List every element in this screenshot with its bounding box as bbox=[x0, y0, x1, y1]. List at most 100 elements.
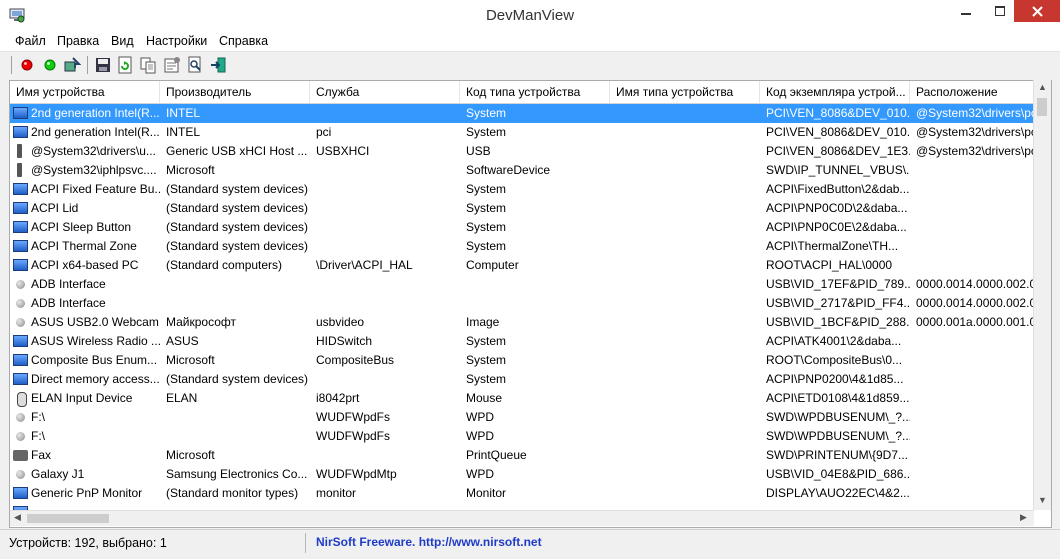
cell-service: CompositeBus bbox=[316, 353, 395, 367]
cell-instance-id: ACPI\FixedButton\2&dab... bbox=[766, 182, 910, 196]
cell-device-type-name bbox=[610, 199, 760, 218]
refresh-icon[interactable] bbox=[116, 56, 134, 74]
table-row[interactable]: F:\ WUDFWpdFs WPD SWD\WPDBUSENUM\_?... bbox=[10, 427, 1035, 446]
table-row-selected[interactable]: 2nd generation Intel(R... INTEL System PCI\… bbox=[10, 104, 1035, 123]
cell-manufacturer bbox=[160, 408, 310, 427]
scroll-up-icon[interactable]: ▲ bbox=[1038, 82, 1047, 92]
menu-view[interactable]: Вид bbox=[111, 34, 134, 48]
table-row[interactable]: ACPI Lid (Standard system devices) System A… bbox=[10, 199, 1035, 218]
minimize-button[interactable] bbox=[949, 0, 983, 22]
enable-icon[interactable] bbox=[41, 56, 59, 74]
cell-location bbox=[910, 351, 1035, 370]
cell-location: @System32\drivers\pc bbox=[916, 106, 1035, 120]
scroll-right-icon[interactable]: ▶ bbox=[1020, 512, 1027, 523]
cell-instance-id: PCI\VEN_8086&DEV_010... bbox=[766, 106, 910, 120]
disable-icon[interactable] bbox=[18, 56, 36, 74]
cell-device-type-name bbox=[610, 408, 760, 427]
cell-device-type-code: System bbox=[466, 372, 507, 386]
cell-location bbox=[910, 484, 1035, 503]
table-row[interactable]: Direct memory access... (Standard system … bbox=[10, 370, 1035, 389]
cell-device-type-code: WPD bbox=[466, 410, 494, 424]
cell-instance-id: USB\VID_04E8&PID_686... bbox=[766, 467, 910, 481]
scroll-down-icon[interactable]: ▼ bbox=[1038, 495, 1047, 505]
cell-service bbox=[310, 218, 460, 237]
table-row[interactable]: @System32\drivers\u... Generic USB xHCI H… bbox=[10, 142, 1035, 161]
column-header-instance-id[interactable]: Код экземпляра устрой... bbox=[760, 81, 910, 103]
menu-help[interactable]: Справка bbox=[219, 34, 268, 48]
toolbar-separator bbox=[11, 56, 12, 74]
cell-device-type-code bbox=[460, 294, 610, 313]
save-icon[interactable] bbox=[94, 56, 112, 74]
table-row[interactable]: Fax Microsoft PrintQueue SWD\PRINTENUM\{9D7… bbox=[10, 446, 1035, 465]
cell-device-name: ASUS Wireless Radio ... bbox=[31, 334, 160, 348]
column-header-location[interactable]: Расположение bbox=[910, 81, 1051, 103]
cell-service bbox=[310, 275, 460, 294]
table-row[interactable]: ACPI Fixed Feature Bu... (Standard system… bbox=[10, 180, 1035, 199]
scroll-left-icon[interactable]: ◀ bbox=[14, 512, 21, 523]
column-header-service[interactable]: Служба bbox=[310, 81, 460, 103]
column-header-device-type-code[interactable]: Код типа устройства bbox=[460, 81, 610, 103]
cell-device-name: ACPI Lid bbox=[31, 201, 79, 215]
cell-service: WUDFWpdFs bbox=[316, 410, 390, 424]
cell-location bbox=[910, 427, 1035, 446]
copy-icon[interactable] bbox=[139, 56, 157, 74]
scan-icon[interactable] bbox=[63, 56, 81, 74]
maximize-button[interactable] bbox=[983, 0, 1017, 22]
device-list[interactable]: Имя устройства Производитель Служба Код … bbox=[9, 80, 1052, 528]
properties-icon[interactable] bbox=[163, 56, 181, 74]
cell-location bbox=[910, 408, 1035, 427]
table-row[interactable]: ASUS USB2.0 Webcam Майкрософт usbvideo Imag… bbox=[10, 313, 1035, 332]
cell-device-type-code: System bbox=[466, 125, 507, 139]
table-row[interactable]: ACPI Thermal Zone (Standard system device… bbox=[10, 237, 1035, 256]
table-row[interactable]: ACPI x64-based PC (Standard computers) \Dr… bbox=[10, 256, 1035, 275]
cell-service bbox=[310, 180, 460, 199]
horizontal-scrollbar[interactable]: ◀ ▶ bbox=[10, 510, 1034, 526]
cell-device-type-code: WPD bbox=[466, 467, 494, 481]
cell-service: usbvideo bbox=[316, 315, 365, 329]
table-row[interactable]: Composite Bus Enum... Microsoft CompositeB… bbox=[10, 351, 1035, 370]
cell-service: i8042prt bbox=[316, 391, 360, 405]
table-row[interactable]: ADB Interface USB\VID_17EF&PID_789... 0000… bbox=[10, 275, 1035, 294]
cell-location: @System32\drivers\pc bbox=[916, 144, 1035, 158]
table-row[interactable]: Generic PnP Monitor (Standard monitor typ… bbox=[10, 484, 1035, 503]
cell-manufacturer: ASUS bbox=[166, 334, 199, 348]
table-row[interactable]: @System32\iphlpsvc.... Microsoft SoftwareD… bbox=[10, 161, 1035, 180]
cell-instance-id: ACPI\PNP0C0E\2&daba... bbox=[766, 220, 907, 234]
find-icon[interactable] bbox=[186, 56, 204, 74]
vertical-scrollbar[interactable]: ▲ ▼ bbox=[1033, 80, 1051, 510]
vertical-scroll-thumb[interactable] bbox=[1037, 98, 1047, 116]
cell-device-type-name bbox=[610, 161, 760, 180]
close-button[interactable] bbox=[1014, 0, 1060, 22]
cell-service bbox=[310, 104, 460, 123]
cell-instance-id: DISPLAY\AUO22EC\4&2... bbox=[766, 486, 910, 500]
toolbar-separator bbox=[87, 56, 88, 74]
cell-service bbox=[310, 161, 460, 180]
cell-manufacturer: Generic USB xHCI Host ... bbox=[166, 144, 308, 158]
nirsoft-link[interactable]: NirSoft Freeware. http://www.nirsoft.net bbox=[316, 535, 542, 549]
table-row[interactable]: ASUS Wireless Radio ... ASUS HIDSwitch Syst… bbox=[10, 332, 1035, 351]
menu-edit[interactable]: Правка bbox=[57, 34, 99, 48]
cell-device-type-code: System bbox=[466, 106, 507, 120]
cell-device-name: @System32\drivers\u... bbox=[31, 144, 156, 158]
table-row[interactable]: 2nd generation Intel(R... INTEL pci System P… bbox=[10, 123, 1035, 142]
cell-manufacturer: (Standard system devices) bbox=[166, 239, 309, 253]
table-row[interactable]: F:\ WUDFWpdFs WPD SWD\WPDBUSENUM\_?... bbox=[10, 408, 1035, 427]
column-header-device-type-name[interactable]: Имя типа устройства bbox=[610, 81, 760, 103]
table-row[interactable]: ACPI Sleep Button (Standard system device… bbox=[10, 218, 1035, 237]
column-header-device-name[interactable]: Имя устройства bbox=[10, 81, 160, 103]
cell-device-name: Generic PnP Monitor bbox=[31, 486, 143, 500]
exit-icon[interactable] bbox=[209, 56, 227, 74]
cell-instance-id: PCI\VEN_8086&DEV_010... bbox=[766, 125, 910, 139]
column-header-manufacturer[interactable]: Производитель bbox=[160, 81, 310, 103]
device-rows: 2nd generation Intel(R... INTEL System PCI\… bbox=[10, 104, 1035, 522]
menu-settings[interactable]: Настройки bbox=[146, 34, 207, 48]
cell-device-type-code: Mouse bbox=[466, 391, 503, 405]
cell-location bbox=[910, 199, 1035, 218]
cell-device-name: Composite Bus Enum... bbox=[31, 353, 158, 367]
table-row[interactable]: ELAN Input Device ELAN i8042prt Mouse ACPI\E… bbox=[10, 389, 1035, 408]
table-row[interactable]: Galaxy J1 Samsung Electronics Co... WUDFWp… bbox=[10, 465, 1035, 484]
menu-file[interactable]: Файл bbox=[15, 34, 46, 48]
close-icon bbox=[1031, 5, 1043, 17]
horizontal-scroll-thumb[interactable] bbox=[27, 514, 109, 523]
table-row[interactable]: ADB Interface USB\VID_2717&PID_FF4... 0000… bbox=[10, 294, 1035, 313]
